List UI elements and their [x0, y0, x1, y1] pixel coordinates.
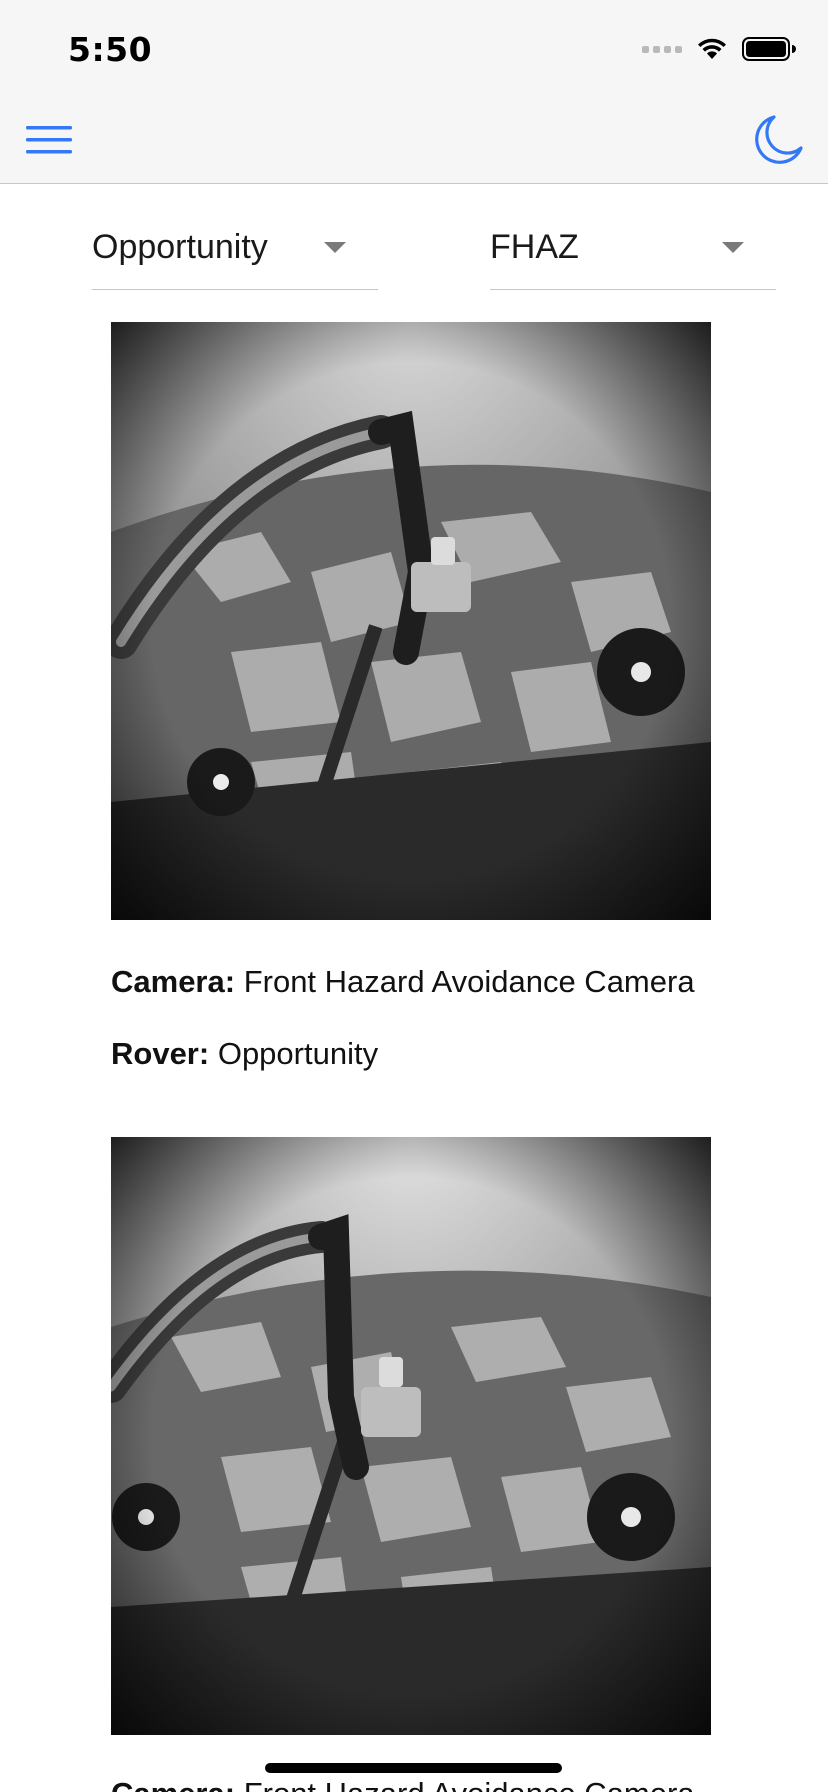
camera-label: Camera:: [111, 1776, 235, 1792]
photo-rover-info: Rover: Opportunity: [111, 1036, 378, 1072]
camera-value: Front Hazard Avoidance Camera: [243, 964, 695, 999]
camera-label: Camera:: [111, 964, 236, 999]
dropdown-arrow-icon: [722, 242, 744, 253]
rover-select[interactable]: Opportunity: [92, 210, 378, 290]
status-icons: [642, 36, 796, 62]
cellular-signal-icon: [642, 45, 682, 53]
camera-select[interactable]: FHAZ: [490, 210, 776, 290]
rover-photo[interactable]: [111, 322, 711, 920]
hamburger-menu-icon: [26, 126, 72, 154]
rover-photo-image: [111, 1137, 711, 1735]
rover-photo-image: [111, 322, 711, 920]
rover-value: Opportunity: [217, 1036, 379, 1071]
dropdown-arrow-icon: [324, 242, 346, 253]
photo-camera-info: Camera: Front Hazard Avoidance Camera: [111, 1776, 695, 1792]
battery-icon: [742, 37, 796, 61]
camera-value: Front Hazard Avoidance Camera: [244, 1776, 695, 1792]
menu-button[interactable]: [24, 120, 74, 160]
photo-camera-info: Camera: Front Hazard Avoidance Camera: [111, 964, 695, 1000]
moon-icon: [755, 115, 803, 164]
navigation-bar: [0, 96, 828, 184]
home-indicator[interactable]: [265, 1763, 562, 1773]
camera-select-value: FHAZ: [490, 228, 579, 266]
rover-photo[interactable]: [111, 1137, 711, 1735]
status-bar: 5:50: [0, 0, 828, 96]
dark-mode-toggle-button[interactable]: [750, 112, 806, 168]
wifi-icon: [698, 38, 726, 59]
status-time: 5:50: [68, 30, 153, 69]
rover-label: Rover:: [111, 1036, 210, 1071]
rover-select-value: Opportunity: [92, 228, 268, 266]
